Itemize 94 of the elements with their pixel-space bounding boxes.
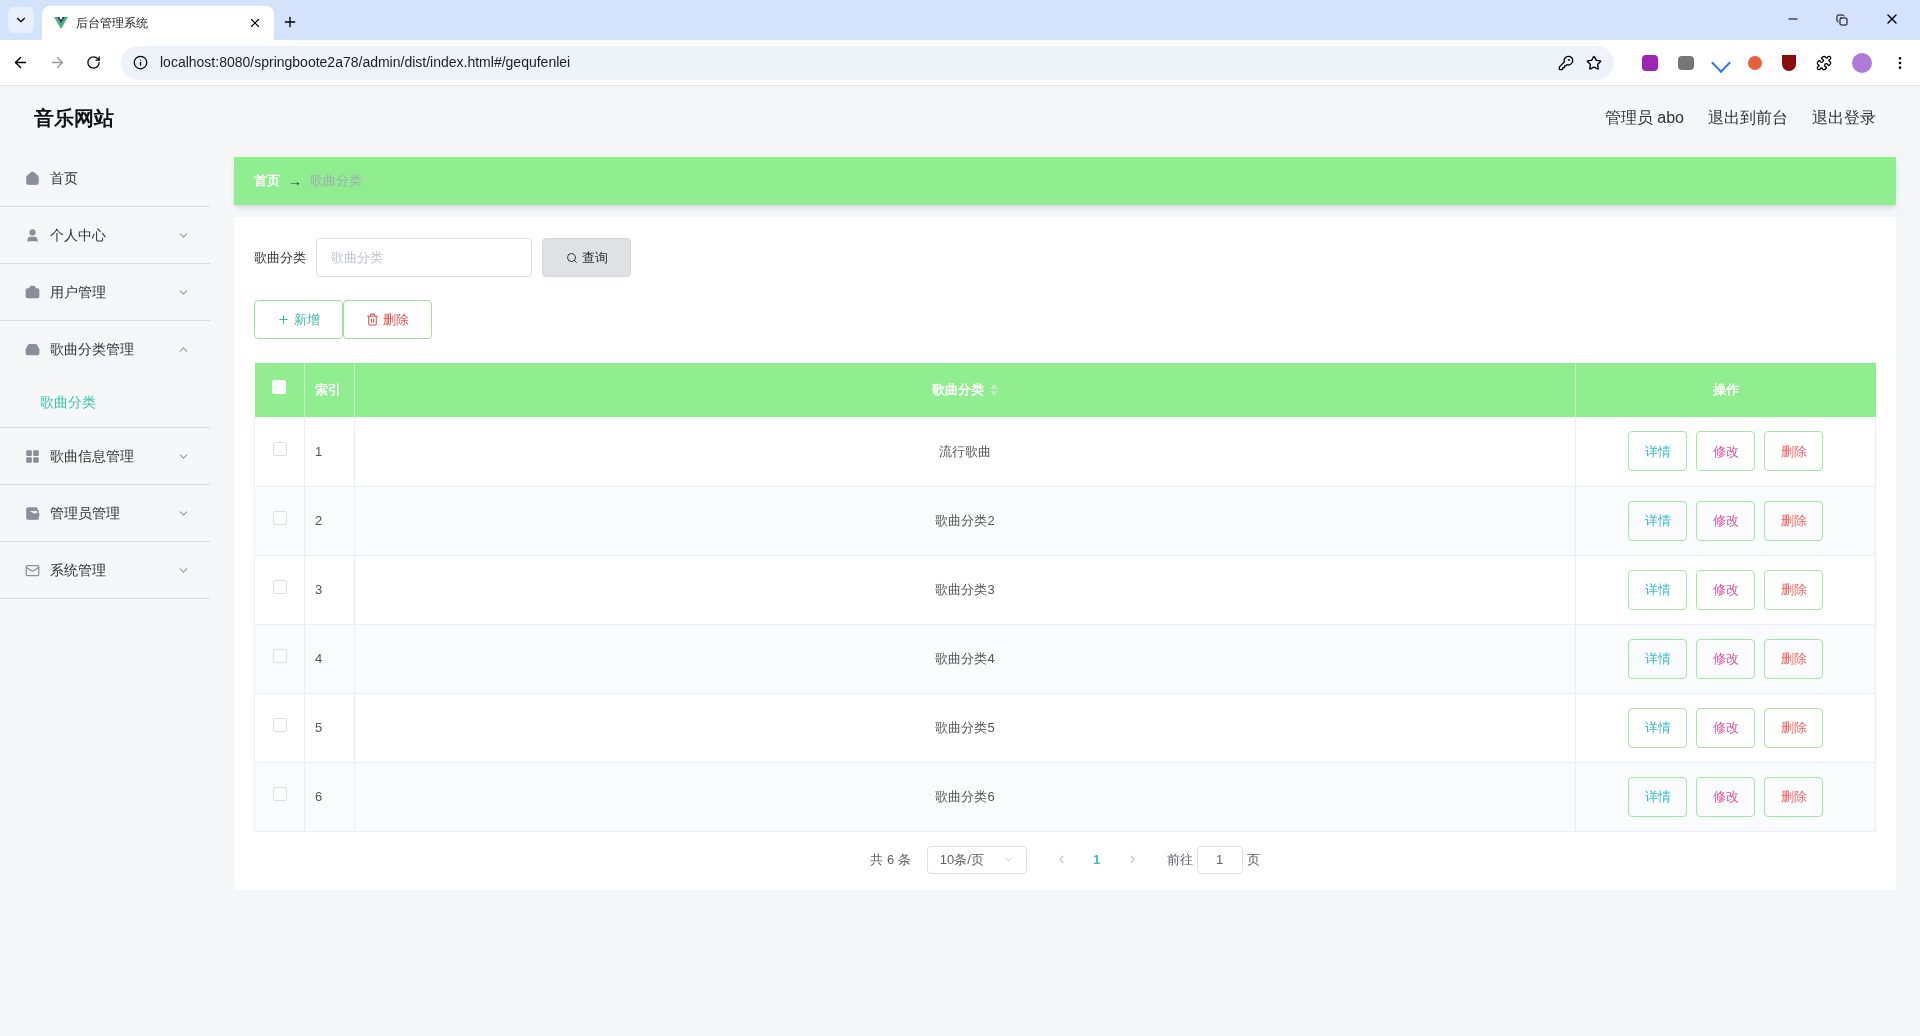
row-action-button[interactable]: 修改: [1696, 500, 1755, 541]
site-title: 音乐网站: [34, 106, 115, 131]
table-cell: 4: [304, 624, 355, 693]
goto-label: 前往: [1166, 850, 1193, 869]
search-label: 歌曲分类: [254, 248, 306, 267]
row-action-button[interactable]: 删除: [1764, 776, 1823, 817]
sidebar-item[interactable]: 个人中心: [0, 207, 210, 263]
page-size-select[interactable]: 10条/页: [926, 845, 1027, 874]
page-input[interactable]: 1: [1196, 845, 1243, 874]
table-cell: 5: [304, 693, 355, 762]
extension-icon[interactable]: [1678, 55, 1694, 70]
url-text: localhost:8080/springboote2a78/admin/dist/index.html#/gequfenlei: [160, 53, 572, 72]
extensions-icon[interactable]: [1816, 54, 1832, 71]
search-field[interactable]: 歌曲分类: [316, 238, 532, 277]
sidebar-subitem[interactable]: 歌曲分类: [0, 377, 210, 427]
tab-list-button[interactable]: [8, 7, 34, 33]
reload-icon[interactable]: [86, 55, 101, 70]
grid-icon: [25, 448, 40, 464]
shield-icon[interactable]: [1782, 54, 1796, 71]
row-action-button[interactable]: 修改: [1696, 569, 1755, 610]
row-action-button[interactable]: 详情: [1628, 638, 1687, 679]
row-action-button[interactable]: 修改: [1696, 776, 1755, 817]
column-title: 歌曲分类: [932, 381, 984, 400]
add-button[interactable]: 新增: [254, 300, 343, 339]
checkbox[interactable]: [272, 717, 287, 732]
bookmark-icon[interactable]: [1586, 54, 1602, 71]
row-action-button[interactable]: 详情: [1628, 707, 1687, 748]
row-action-button[interactable]: 删除: [1764, 569, 1823, 610]
tab-title: 后台管理系统: [76, 15, 149, 32]
table-cell: 歌曲分类2: [354, 486, 1576, 555]
sidebar-item[interactable]: 用户管理: [0, 264, 210, 320]
briefcase-icon: [25, 284, 40, 300]
extension-icon[interactable]: [1748, 55, 1762, 70]
row-action-button[interactable]: 修改: [1696, 707, 1755, 748]
row-action-button[interactable]: 修改: [1696, 638, 1755, 679]
table-cell: 3: [304, 555, 355, 624]
checkbox[interactable]: [272, 648, 287, 663]
new-tab-icon[interactable]: [282, 14, 298, 30]
table-cell: 流行歌曲: [354, 417, 1576, 486]
table-cell: 歌曲分类6: [354, 762, 1576, 831]
table-cell: 6: [304, 762, 355, 831]
home-icon: [25, 170, 40, 186]
trash-icon: [366, 313, 379, 326]
column-header: 操作: [1575, 363, 1876, 417]
restore-icon[interactable]: [1836, 14, 1848, 26]
plus-icon: [277, 313, 290, 326]
checkbox[interactable]: [272, 786, 287, 801]
tray-icon: [25, 341, 40, 357]
browser-tab[interactable]: 后台管理系统: [42, 6, 274, 40]
header-link[interactable]: 退出到前台: [1708, 106, 1788, 130]
key-icon[interactable]: [1558, 54, 1574, 71]
row-action-button[interactable]: 详情: [1628, 431, 1687, 472]
page-suffix: 页: [1246, 850, 1260, 869]
header-link[interactable]: 退出登录: [1812, 106, 1876, 130]
sidebar-item[interactable]: 首页: [0, 150, 210, 206]
extension-icon[interactable]: [1642, 54, 1658, 71]
row-action-button[interactable]: 删除: [1764, 638, 1823, 679]
back-icon[interactable]: [12, 54, 29, 71]
table-cell: 歌曲分类5: [354, 693, 1576, 762]
site-info-icon[interactable]: [133, 55, 148, 70]
close-icon[interactable]: [248, 16, 262, 30]
checkbox[interactable]: [272, 579, 287, 594]
profile-avatar[interactable]: [1852, 52, 1872, 73]
row-action-button[interactable]: 修改: [1696, 431, 1755, 472]
row-action-button[interactable]: 删除: [1764, 431, 1823, 472]
delete-button[interactable]: 删除: [343, 300, 432, 339]
table-cell: 2: [304, 486, 355, 555]
total-count: 共 6 条: [870, 850, 911, 869]
sidebar-item[interactable]: 系统管理: [0, 542, 210, 598]
sidebar-item[interactable]: 歌曲信息管理: [0, 428, 210, 484]
checkbox[interactable]: [272, 510, 287, 525]
header-link[interactable]: 管理员 abo: [1604, 106, 1684, 130]
table-cell: 歌曲分类4: [354, 624, 1576, 693]
address-bar[interactable]: localhost:8080/springboote2a78/admin/dist/index.html#/gequfenlei: [121, 45, 1614, 80]
forward-icon[interactable]: [49, 54, 66, 71]
user-icon: [25, 227, 40, 243]
checkbox[interactable]: [272, 441, 287, 456]
sidebar-item[interactable]: 管理员管理: [0, 485, 210, 541]
row-action-button[interactable]: 详情: [1628, 776, 1687, 817]
row-action-button[interactable]: 删除: [1764, 707, 1823, 748]
v-logo-icon: [54, 17, 68, 29]
table-cell: 1: [304, 417, 355, 486]
page-number[interactable]: 1: [1081, 849, 1112, 870]
row-action-button[interactable]: 删除: [1764, 500, 1823, 541]
wallet-icon: [25, 505, 40, 521]
search-button[interactable]: 查询: [542, 238, 631, 277]
sidebar-item[interactable]: 歌曲分类管理: [0, 321, 210, 377]
row-action-button[interactable]: 详情: [1628, 500, 1687, 541]
column-header: 索引: [304, 363, 355, 417]
breadcrumb-separator: →: [288, 171, 302, 191]
table-cell: 歌曲分类3: [354, 555, 1576, 624]
row-action-button[interactable]: 详情: [1628, 569, 1687, 610]
search-icon: [565, 251, 578, 264]
mail-icon: [25, 562, 40, 578]
